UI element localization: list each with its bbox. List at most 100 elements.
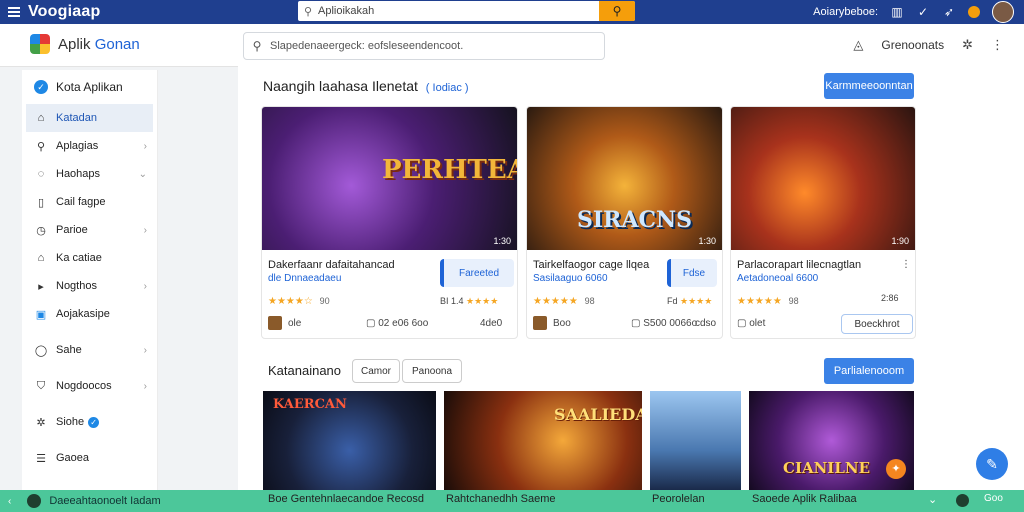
file-icon: ▯	[37, 196, 45, 209]
banner-art-text: SIRACNS	[577, 207, 693, 233]
card-rating: ★★★★☆ 90	[268, 296, 330, 307]
featured-card[interactable]: PERHTEAL 1:30 Dakerfaanr dafaitahancad d…	[261, 106, 518, 339]
card-install-button[interactable]: Fareeted	[440, 259, 514, 287]
notification-icon[interactable]	[968, 6, 980, 18]
star-icon: ★★★★★	[737, 296, 782, 307]
account-link[interactable]: Grenoonats	[881, 38, 944, 52]
app-icon: ▣	[35, 308, 47, 321]
sidebar-item-gaoea[interactable]: ☰ Gaoea	[22, 444, 157, 472]
card-developer[interactable]: Aetadoneoal 6600	[737, 273, 818, 284]
filter-chip[interactable]: Panoona	[402, 359, 462, 383]
status-dot-icon	[956, 494, 969, 507]
tile-label[interactable]: Boe Gentehnlaecandoe Recosd	[268, 493, 424, 505]
floating-action-button[interactable]: ✎	[976, 448, 1008, 480]
sidebar-item-katadan[interactable]: ⌂ Katadan	[26, 104, 153, 132]
rocket-icon[interactable]: ➶	[942, 5, 956, 19]
more-icon[interactable]: ⋮	[991, 37, 1004, 53]
search-icon: ⚲	[303, 5, 313, 18]
game-tile[interactable]	[650, 391, 741, 490]
search-button[interactable]: ⚲	[599, 1, 635, 21]
sidebar-item-haohaps[interactable]: ◌ Haohaps ⌄	[22, 160, 157, 188]
chevron-down-icon[interactable]: ⌄	[928, 493, 937, 506]
library-icon[interactable]: ▥	[890, 5, 904, 19]
pencil-icon: ✎	[986, 455, 998, 472]
card-title[interactable]: Parlacorapart lilecnagtlan	[737, 259, 861, 271]
section-title: Naangih laahasa Ilenetat ( Iodiac )	[263, 78, 469, 94]
tile-label[interactable]: Saoede Aplik Ralibaa	[752, 493, 857, 505]
home-icon: ⌂	[37, 112, 45, 124]
card-meta: ▢ S500 0066o	[631, 318, 698, 329]
card-downloads: 4de0	[480, 318, 503, 329]
sidebar-item-label: Gaoea	[56, 452, 90, 464]
top-search-box[interactable]: ⚲ Aplioikakah ⚲	[298, 1, 635, 21]
chevron-left-icon[interactable]: ‹	[8, 496, 11, 507]
rating-value: 98	[584, 296, 595, 306]
card-title[interactable]: Tairkelfaogor cage llqea	[533, 259, 649, 271]
sidebar-item-label: Nogdoocos	[56, 380, 112, 392]
chevron-right-icon: ›	[143, 380, 147, 392]
tile-label[interactable]: Rahtchanedhh Saeme	[446, 493, 555, 505]
rating-value: 98	[788, 296, 799, 306]
star-icon: ★★★★★	[533, 296, 578, 307]
filter-chip[interactable]: Camor	[352, 359, 400, 383]
card-install-button[interactable]: Boeckhrot	[841, 314, 913, 334]
flame-icon: ✦	[886, 459, 906, 479]
featured-card[interactable]: 1:90 Parlacorapart lilecnagtlan Aetadone…	[730, 106, 916, 339]
chevron-right-icon: ›	[143, 344, 147, 356]
card-banner[interactable]: PERHTEAL 1:30	[262, 107, 517, 250]
game-tile[interactable]: KAERCAN	[263, 391, 436, 490]
shield-icon: ⛉	[36, 379, 46, 392]
avatar[interactable]	[992, 1, 1014, 23]
top-bar: Voogiaap ⚲ Aplioikakah ⚲ Aoiarybeboe: ▥ …	[0, 0, 1024, 24]
banner-badge: 1:30	[493, 236, 511, 246]
sidebar-item-nogthos[interactable]: ▸ Nogthos ›	[22, 272, 157, 300]
game-tile[interactable]: CIANILNE ✦	[749, 391, 914, 490]
file-icon: ▢	[737, 318, 750, 329]
sidebar-item-siohe[interactable]: ✲ Siohe ✓	[22, 408, 157, 436]
section-subtitle[interactable]: ( Iodiac )	[426, 82, 469, 94]
main-search-box[interactable]: ⚲ Slapedenaeergeck: eofsleseendencoot.	[243, 32, 605, 60]
main-search-input[interactable]: Slapedenaeergeck: eofsleseendencoot.	[270, 40, 463, 52]
featured-card[interactable]: SIRACNS 1:30 Tairkelfaogor cage llqea Sa…	[526, 106, 723, 339]
file-icon: ▢	[631, 318, 644, 329]
star-icon: ★★★★☆	[268, 296, 313, 307]
menu-icon[interactable]	[8, 5, 20, 19]
tile-label[interactable]: Peorolelan	[652, 493, 705, 505]
user-label[interactable]: Aoiarybeboe:	[813, 6, 878, 18]
author-avatar	[268, 316, 282, 330]
sidebar-item-label: Nogthos	[56, 280, 97, 292]
bottom-bar-label[interactable]: Daeeahtaonoelt Iadam	[49, 495, 160, 507]
more-icon[interactable]: ⋮	[901, 259, 911, 270]
chevron-right-icon: ›	[143, 280, 147, 292]
card-banner[interactable]: 1:90	[731, 107, 915, 250]
list-icon: ☰	[36, 452, 46, 465]
game-tile[interactable]: SAALIEDA	[444, 391, 642, 490]
card-developer[interactable]: dle Dnnaeadaeu	[268, 273, 341, 284]
card-banner[interactable]: SIRACNS 1:30	[527, 107, 722, 250]
sidebar-item-ka-catiae[interactable]: ⌂ Ka catiae	[22, 244, 157, 272]
bottom-right-label[interactable]: Goo	[984, 493, 1003, 504]
sidebar-item-aojakasipe[interactable]: ▣ Aojakasipe	[22, 300, 157, 328]
sidebar: ✓ Kota Aplikan ⌂ Katadan ⚲ Aplagias › ◌ …	[22, 70, 158, 490]
bell-icon[interactable]: ◬	[853, 37, 863, 53]
sidebar-item-label: Sahe	[56, 344, 82, 356]
sidebar-header: ✓ Kota Aplikan	[22, 70, 157, 104]
chat-icon: ◌	[37, 168, 45, 180]
sidebar-item-aplagias[interactable]: ⚲ Aplagias ›	[22, 132, 157, 160]
check-icon[interactable]: ✓	[916, 5, 930, 19]
section-action-button[interactable]: Parlialenooom	[824, 358, 914, 384]
sidebar-item-nogdoocos[interactable]: ⛉ Nogdoocos ›	[22, 372, 157, 400]
card-install-button[interactable]: Fdse	[667, 259, 717, 287]
circle-icon: ◯	[34, 344, 48, 357]
settings-icon[interactable]: ✲	[962, 37, 973, 53]
brand-logo[interactable]: Voogiaap	[28, 3, 100, 21]
sidebar-item-parioe[interactable]: ◷ Parioe ›	[22, 216, 157, 244]
card-developer[interactable]: Sasilaaguo 6060	[533, 273, 608, 284]
top-search-input[interactable]: Aplioikakah	[318, 5, 374, 17]
card-title[interactable]: Dakerfaanr dafaitahancad	[268, 259, 395, 271]
sidebar-item-cail-fagpe[interactable]: ▯ Cail fagpe	[22, 188, 157, 216]
section-action-button[interactable]: Karmmeeoonntan	[824, 73, 914, 99]
sidebar-item-sahe[interactable]: ◯ Sahe ›	[22, 336, 157, 364]
app-logo-icon[interactable]	[30, 34, 50, 54]
clock-icon: ◷	[36, 224, 46, 237]
